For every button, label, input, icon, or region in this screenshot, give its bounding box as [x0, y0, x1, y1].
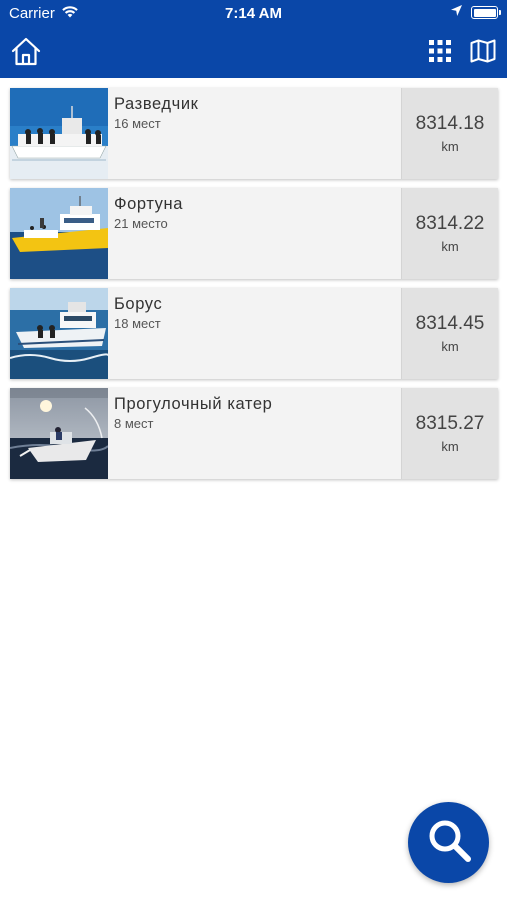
- boat-info: Прогулочный катер 8 мест: [108, 388, 401, 479]
- distance-panel: 8315.27 km: [401, 388, 498, 479]
- nav-bar: [0, 28, 507, 78]
- search-icon: [425, 816, 473, 869]
- boat-card[interactable]: Прогулочный катер 8 мест 8315.27 km: [10, 388, 498, 479]
- app-screen: Carrier 7:14 AM Разведчик 16 мест 8314.1…: [0, 0, 507, 900]
- boat-list: Разведчик 16 мест 8314.18 km Фортуна 21 …: [10, 88, 498, 488]
- battery-icon: [471, 6, 501, 19]
- status-bar: Carrier 7:14 AM: [0, 0, 507, 28]
- distance-panel: 8314.18 km: [401, 88, 498, 179]
- boat-seats: 16 мест: [114, 116, 161, 131]
- boat-seats: 21 место: [114, 216, 168, 231]
- boat-name: Борус: [114, 295, 163, 313]
- distance-panel: 8314.22 km: [401, 188, 498, 279]
- distance-unit: km: [441, 138, 459, 154]
- boat-card[interactable]: Борус 18 мест 8314.45 km: [10, 288, 498, 379]
- distance-value: 8314.45: [415, 312, 485, 334]
- boat-photo: [10, 188, 108, 279]
- boat-info: Разведчик 16 мест: [108, 88, 401, 179]
- search-button[interactable]: [408, 802, 489, 883]
- distance-value: 8314.22: [415, 212, 485, 234]
- boat-seats: 18 мест: [114, 316, 161, 331]
- boat-photo: [10, 88, 108, 179]
- boat-photo: [10, 288, 108, 379]
- boat-name: Прогулочный катер: [114, 395, 273, 413]
- boat-photo: [10, 388, 108, 479]
- boat-name: Разведчик: [114, 95, 199, 113]
- boat-card[interactable]: Фортуна 21 место 8314.22 km: [10, 188, 498, 279]
- battery-fill: [473, 8, 496, 17]
- status-right: [450, 4, 501, 21]
- distance-unit: km: [441, 438, 459, 454]
- distance-unit: km: [441, 238, 459, 254]
- header: Carrier 7:14 AM: [0, 0, 507, 78]
- map-icon[interactable]: [470, 39, 496, 63]
- boat-seats: 8 мест: [114, 416, 154, 431]
- distance-value: 8314.18: [415, 112, 485, 134]
- boat-card[interactable]: Разведчик 16 мест 8314.18 km: [10, 88, 498, 179]
- boat-info: Борус 18 мест: [108, 288, 401, 379]
- home-icon[interactable]: [10, 36, 42, 68]
- grid-icon[interactable]: [429, 40, 451, 62]
- distance-panel: 8314.45 km: [401, 288, 498, 379]
- boat-info: Фортуна 21 место: [108, 188, 401, 279]
- location-arrow-icon: [450, 4, 463, 21]
- distance-value: 8315.27: [415, 412, 485, 434]
- boat-name: Фортуна: [114, 195, 184, 213]
- distance-unit: km: [441, 338, 459, 354]
- status-time: 7:14 AM: [225, 5, 282, 22]
